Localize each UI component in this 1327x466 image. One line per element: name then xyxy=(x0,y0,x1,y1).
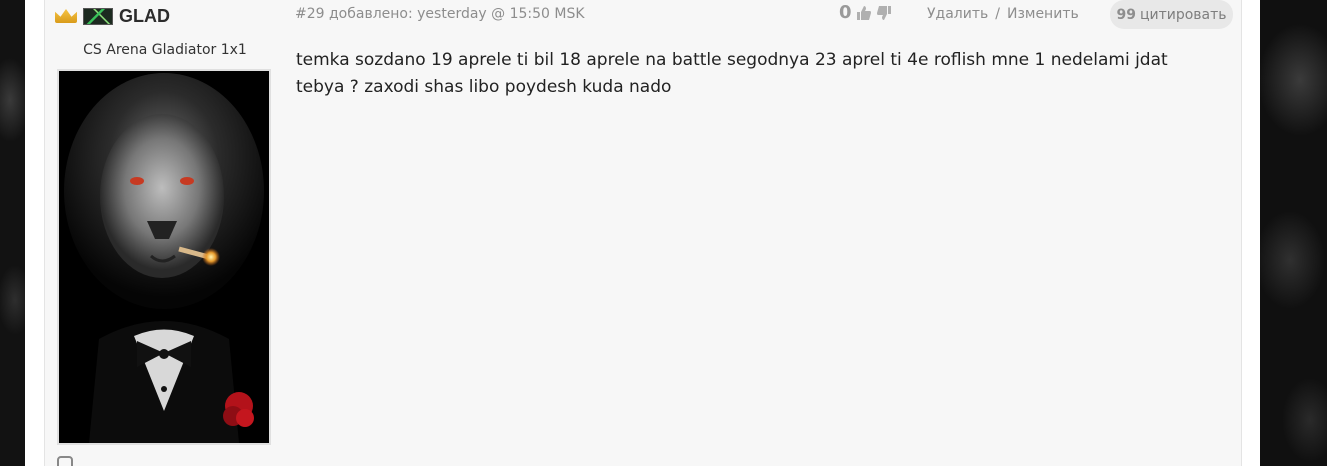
quote-icon: 99 xyxy=(1116,6,1136,23)
delete-link[interactable]: Удалить xyxy=(927,6,988,22)
page-content: GLAD CS Arena Gladiator 1x1 #29 добавлен… xyxy=(25,0,1260,466)
background-right-decoration xyxy=(1260,0,1327,466)
post-actions: Удалить / Изменить xyxy=(927,6,1079,22)
post-message: temka sozdano 19 aprele ti bil 18 aprele… xyxy=(296,50,1168,97)
post-rating: 0 xyxy=(839,2,892,23)
post-meta: #29 добавлено: yesterday @ 15:50 MSK xyxy=(295,6,585,22)
thumbs-up-icon[interactable] xyxy=(856,5,872,21)
avatar-image-lion xyxy=(59,71,269,443)
user-status-icon xyxy=(57,456,73,466)
actions-separator: / xyxy=(995,6,1000,22)
author-name[interactable]: GLAD xyxy=(119,6,170,27)
forum-post: GLAD CS Arena Gladiator 1x1 #29 добавлен… xyxy=(44,0,1242,466)
thumbs-down-icon[interactable] xyxy=(876,5,892,21)
user-title: CS Arena Gladiator 1x1 xyxy=(83,42,247,58)
avatar[interactable] xyxy=(57,69,271,445)
quote-button-label: цитировать xyxy=(1139,6,1227,23)
background-left-decoration xyxy=(0,0,25,466)
rating-count: 0 xyxy=(839,2,852,23)
quote-button[interactable]: 99 цитировать xyxy=(1110,0,1233,29)
rank-badge-icon xyxy=(83,7,113,25)
edit-link[interactable]: Изменить xyxy=(1007,6,1079,22)
crown-icon xyxy=(55,9,77,23)
post-author: GLAD xyxy=(55,4,170,28)
